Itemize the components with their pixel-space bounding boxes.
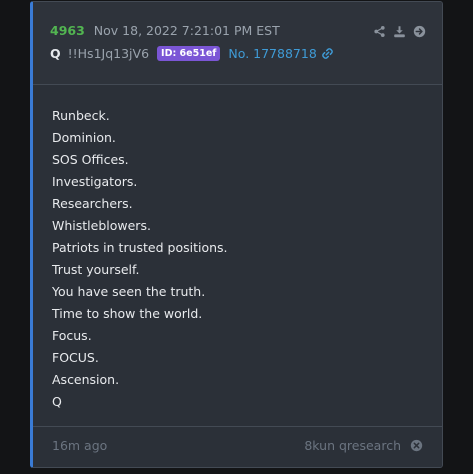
download-icon[interactable] — [392, 24, 406, 38]
poster-id-badge: ID: 6e51ef — [157, 46, 221, 61]
tripcode: !!Hs1Jq13jV6 — [67, 46, 150, 61]
share-icon[interactable] — [372, 24, 386, 38]
post-line: Dominion. — [52, 130, 116, 145]
post-footer: 16m ago 8kun qresearch — [33, 426, 442, 467]
post-line: Investigators. — [52, 174, 138, 189]
link-icon[interactable] — [321, 47, 334, 60]
close-circle-icon[interactable] — [410, 439, 423, 452]
post-actions — [372, 24, 426, 38]
post-timestamp: Nov 18, 2022 7:21:01 PM EST — [93, 23, 280, 38]
author-name: Q — [50, 46, 61, 61]
post-line: Whistleblowers. — [52, 218, 151, 233]
post-line: Researchers. — [52, 196, 133, 211]
post-body: Runbeck. Dominion. SOS Offices. Investig… — [52, 105, 422, 413]
post-line: Time to show the world. — [52, 306, 203, 321]
post-meta-row: 4963 Nov 18, 2022 7:21:01 PM EST — [50, 23, 280, 38]
post-line: Runbeck. — [52, 108, 110, 123]
post-line: Patriots in trusted positions. — [52, 240, 228, 255]
post-line: Focus. — [52, 328, 92, 343]
post-author-row: Q !!Hs1Jq13jV6 ID: 6e51ef No. 17788718 — [50, 46, 334, 61]
post-header: 4963 Nov 18, 2022 7:21:01 PM EST Q !!Hs1… — [33, 2, 442, 85]
post-line: FOCUS. — [52, 350, 99, 365]
post-number[interactable]: 4963 — [50, 23, 85, 38]
post-card: 4963 Nov 18, 2022 7:21:01 PM EST Q !!Hs1… — [30, 1, 443, 468]
post-no-link[interactable]: No. 17788718 — [228, 46, 316, 61]
post-line: Ascension. — [52, 372, 120, 387]
source-info: 8kun qresearch — [304, 438, 423, 453]
relative-time: 16m ago — [52, 438, 108, 453]
arrow-right-circle-icon[interactable] — [412, 24, 426, 38]
post-line: You have seen the truth. — [52, 284, 206, 299]
source-label[interactable]: 8kun qresearch — [304, 438, 401, 453]
post-line: Trust yourself. — [52, 262, 140, 277]
post-line: SOS Offices. — [52, 152, 129, 167]
post-line: Q — [52, 394, 62, 409]
